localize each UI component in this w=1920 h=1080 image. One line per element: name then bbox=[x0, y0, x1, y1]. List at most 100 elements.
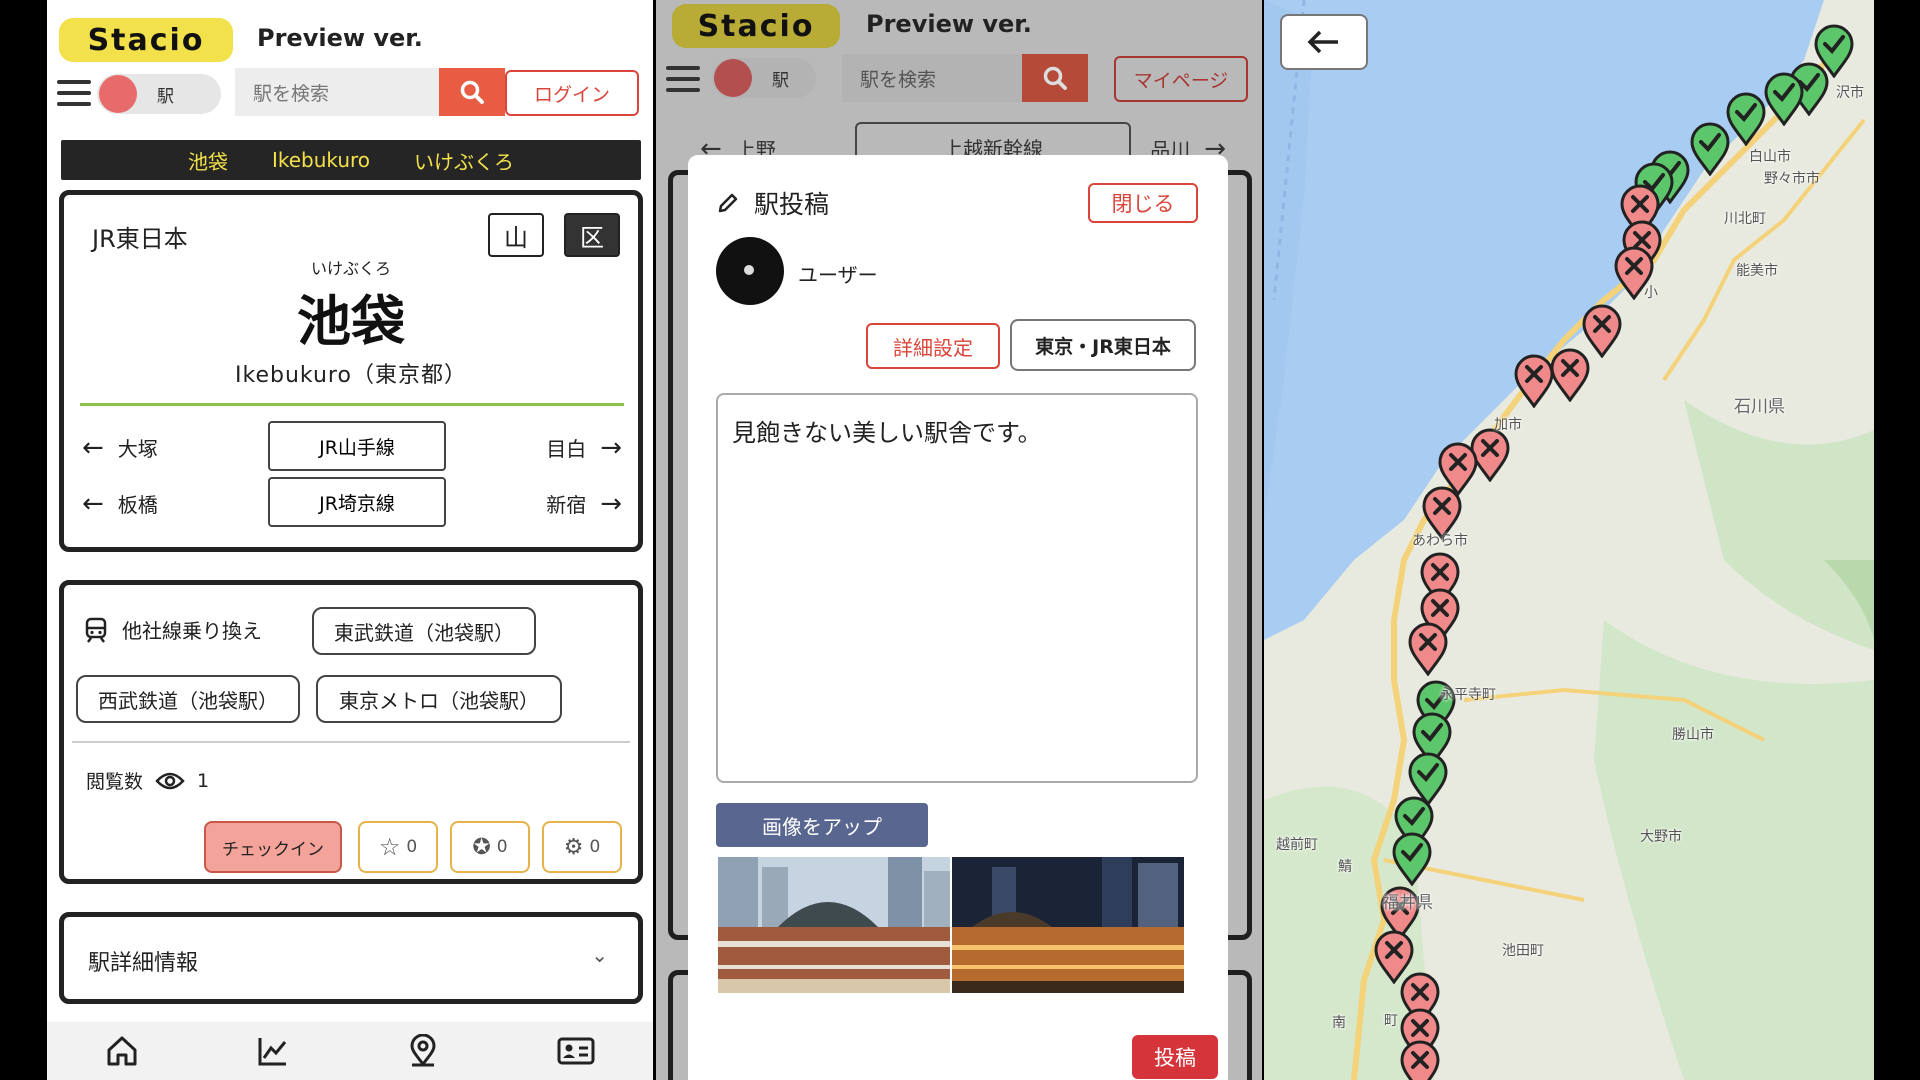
detail-settings-button[interactable]: 詳細設定 bbox=[866, 323, 1000, 369]
search-button-wrap bbox=[1022, 54, 1088, 102]
visited-station-marker[interactable] bbox=[1762, 70, 1806, 126]
map-panel[interactable]: 沢市 白山市 野々市市 川北町 能美市 石川県 小 加 市 あわら市 永平寺町 … bbox=[1264, 0, 1874, 1080]
map-label: 石川県 bbox=[1734, 397, 1785, 417]
station-name: 池袋 bbox=[297, 290, 405, 353]
star-rating-button[interactable]: ☆ 0 bbox=[358, 821, 438, 873]
map-label: 白山市 bbox=[1749, 149, 1791, 165]
unvisited-station-marker[interactable] bbox=[1512, 352, 1556, 408]
prev-station-link[interactable]: ← 大塚 bbox=[82, 433, 158, 462]
star-icon: ☆ bbox=[378, 833, 401, 861]
toggle-label: 駅 bbox=[772, 70, 789, 91]
search-button[interactable] bbox=[439, 68, 505, 116]
map-label: 越前町 bbox=[1276, 837, 1318, 853]
map-label: 町 bbox=[1384, 1013, 1398, 1029]
train-icon bbox=[85, 617, 107, 643]
transfer-button[interactable]: 東京メトロ（池袋駅） bbox=[316, 675, 562, 723]
map-label: 池田町 bbox=[1502, 943, 1544, 959]
map-pin-icon[interactable] bbox=[406, 1034, 440, 1068]
map-label: 小 bbox=[1644, 285, 1658, 301]
visited-station-marker[interactable] bbox=[1688, 120, 1732, 176]
chart-icon[interactable] bbox=[256, 1034, 290, 1068]
line-row: ← 大塚 JR山手線 目白 → bbox=[82, 421, 622, 471]
preview-label: Preview ver. bbox=[866, 10, 1032, 38]
search-input[interactable]: 駅を検索 bbox=[842, 54, 1022, 102]
view-count: 閲覧数 1 bbox=[86, 769, 210, 794]
map-label: 市 bbox=[1508, 417, 1522, 433]
mypage-button[interactable]: マイページ bbox=[1114, 56, 1248, 102]
search-icon bbox=[460, 80, 484, 104]
map-label: あわら市 bbox=[1412, 533, 1468, 549]
transfer-button[interactable]: 東武鉄道（池袋駅） bbox=[312, 607, 536, 655]
company-name: JR東日本 bbox=[92, 225, 188, 253]
arrow-right-icon: → bbox=[600, 488, 622, 519]
station-details-accordion[interactable]: 駅詳細情報 ⌄ bbox=[59, 912, 643, 1004]
station-mode-toggle[interactable]: 駅 bbox=[712, 58, 816, 98]
uploaded-photo-night[interactable] bbox=[952, 857, 1184, 993]
ku-badge[interactable]: 区 bbox=[564, 213, 620, 257]
map-label: 永平寺町 bbox=[1440, 687, 1496, 703]
search-input[interactable]: 駅を検索 bbox=[235, 68, 439, 116]
uploaded-photo-day[interactable] bbox=[718, 857, 950, 993]
station-roman: Ikebukuro（東京都） bbox=[235, 363, 467, 388]
search-button-wrap bbox=[439, 68, 505, 116]
unvisited-station-marker[interactable] bbox=[1398, 1038, 1442, 1080]
checkin-button[interactable]: チェックイン bbox=[204, 821, 342, 873]
map-label: 沢市 bbox=[1836, 85, 1864, 101]
map-label: 福井県 bbox=[1382, 893, 1433, 913]
menu-icon[interactable] bbox=[57, 80, 91, 106]
transfer-card: 他社線乗り換え 東武鉄道（池袋駅） 西武鉄道（池袋駅） 東京メトロ（池袋駅） 閲… bbox=[59, 580, 643, 884]
details-label: 駅詳細情報 bbox=[88, 951, 199, 976]
map-label: 鯖 bbox=[1338, 859, 1352, 875]
station-tag-button[interactable]: 東京・JR東日本 bbox=[1010, 319, 1196, 371]
badge-rating-button[interactable]: ✪ 0 bbox=[450, 821, 530, 873]
divider bbox=[72, 741, 630, 743]
yama-badge[interactable]: 山 bbox=[488, 213, 544, 257]
home-icon[interactable] bbox=[105, 1034, 139, 1068]
prev-station-link[interactable]: ← 板橋 bbox=[82, 489, 158, 518]
arrow-left-icon bbox=[1307, 30, 1338, 54]
username: ユーザー bbox=[798, 263, 878, 287]
bar-kana: いけぶくろ bbox=[414, 149, 515, 174]
transfer-heading: 他社線乗り換え bbox=[84, 615, 262, 644]
search-bar: 駅を検索 bbox=[842, 54, 1022, 102]
submit-post-button[interactable]: 投稿 bbox=[1132, 1035, 1218, 1079]
post-textarea[interactable]: 見飽きない美しい駅舎です。 bbox=[716, 393, 1198, 783]
map-label: 加 bbox=[1494, 417, 1508, 433]
visited-station-marker[interactable] bbox=[1390, 830, 1434, 886]
search-button[interactable] bbox=[1022, 54, 1088, 102]
star-circle-icon: ✪ bbox=[472, 834, 491, 860]
menu-icon[interactable] bbox=[666, 66, 700, 92]
upload-image-button[interactable]: 画像をアップ bbox=[716, 803, 928, 847]
toggle-label: 駅 bbox=[157, 86, 174, 107]
stacio-logo[interactable]: Stacio bbox=[59, 18, 233, 62]
map-label: 勝山市 bbox=[1672, 727, 1714, 743]
map-label: 川北町 bbox=[1724, 211, 1766, 227]
login-button[interactable]: ログイン bbox=[505, 70, 639, 116]
line-button[interactable]: JR山手線 bbox=[268, 421, 446, 471]
close-button[interactable]: 閉じる bbox=[1088, 183, 1198, 223]
search-icon bbox=[1043, 66, 1067, 90]
chevron-down-icon: ⌄ bbox=[591, 943, 608, 967]
preview-label: Preview ver. bbox=[257, 24, 423, 52]
eye-icon bbox=[155, 772, 185, 789]
gear-rating-button[interactable]: ⚙ 0 bbox=[542, 821, 622, 873]
next-station-link[interactable]: 新宿 → bbox=[546, 489, 622, 518]
toggle-knob bbox=[714, 59, 752, 97]
transfer-button[interactable]: 西武鉄道（池袋駅） bbox=[76, 675, 300, 723]
map-label: 大野市 bbox=[1640, 829, 1682, 845]
search-bar: 駅を検索 bbox=[235, 68, 439, 116]
next-station-link[interactable]: 目白 → bbox=[546, 433, 622, 462]
unvisited-station-marker[interactable] bbox=[1406, 620, 1450, 676]
avatar bbox=[716, 237, 784, 305]
station-mode-toggle[interactable]: 駅 bbox=[97, 74, 221, 114]
profile-card-icon[interactable] bbox=[557, 1036, 595, 1066]
post-modal: 駅投稿 閉じる ユーザー 詳細設定 東京・JR東日本 見飽きない美しい駅舎です。… bbox=[688, 155, 1228, 1080]
map-label: 能美市 bbox=[1736, 263, 1778, 279]
line-button[interactable]: JR埼京線 bbox=[268, 477, 446, 527]
line-color-bar bbox=[80, 403, 624, 406]
stacio-logo[interactable]: Stacio bbox=[672, 4, 840, 48]
arrow-left-icon: ← bbox=[82, 488, 104, 519]
map-label: 南 bbox=[1332, 1015, 1346, 1031]
back-button[interactable] bbox=[1280, 14, 1368, 70]
bar-kanji: 池袋 bbox=[187, 149, 228, 174]
